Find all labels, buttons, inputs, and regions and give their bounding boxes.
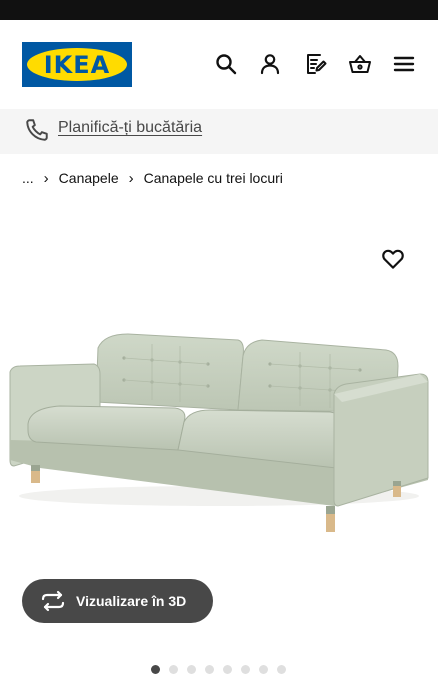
site-header: IKEA <box>0 20 438 109</box>
search-icon[interactable] <box>213 51 239 77</box>
carousel-dot-1[interactable] <box>151 665 160 674</box>
carousel-dot-2[interactable] <box>169 665 178 674</box>
breadcrumb-item-three-seat-sofas[interactable]: Canapele cu trei locuri <box>144 170 283 186</box>
ikea-logo[interactable]: IKEA <box>22 42 132 87</box>
carousel-dot-8[interactable] <box>277 665 286 674</box>
view-in-3d-button[interactable]: Vizualizare în 3D <box>22 579 213 623</box>
status-bar <box>0 0 438 20</box>
sofa-image <box>9 333 429 532</box>
carousel-dot-7[interactable] <box>259 665 268 674</box>
basket-icon[interactable] <box>347 51 373 77</box>
shopping-list-icon[interactable] <box>303 51 329 77</box>
carousel-dot-6[interactable] <box>241 665 250 674</box>
breadcrumb-item-ellipsis[interactable]: ... <box>22 170 34 186</box>
product-image[interactable] <box>0 300 438 550</box>
rotate-arrows-icon <box>41 590 65 612</box>
view-in-3d-label: Vizualizare în 3D <box>76 593 187 609</box>
phone-icon <box>26 119 48 141</box>
breadcrumb: ... › Canapele › Canapele cu trei locuri <box>22 168 283 188</box>
breadcrumb-separator: › <box>43 169 49 187</box>
kitchen-planner-link[interactable]: Planifică-ți bucătăria <box>58 117 202 139</box>
image-carousel-dots <box>151 665 286 674</box>
carousel-dot-5[interactable] <box>223 665 232 674</box>
carousel-dot-3[interactable] <box>187 665 196 674</box>
carousel-dot-4[interactable] <box>205 665 214 674</box>
menu-icon[interactable] <box>391 51 417 77</box>
breadcrumb-separator: › <box>128 169 134 187</box>
profile-icon[interactable] <box>257 51 283 77</box>
kitchen-planner-banner: Planifică-ți bucătăria <box>0 109 438 154</box>
logo-text: IKEA <box>43 50 111 79</box>
logo-oval: IKEA <box>27 48 127 81</box>
heart-icon[interactable] <box>380 246 406 272</box>
breadcrumb-item-sofas[interactable]: Canapele <box>59 170 119 186</box>
